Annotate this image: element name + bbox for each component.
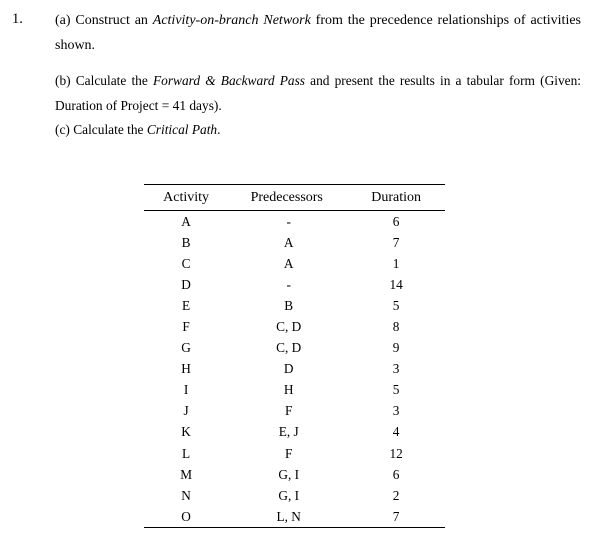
table-row: D - 14 [144, 274, 445, 295]
cell-activity: H [181, 361, 191, 377]
cell-predecessors: F [285, 403, 293, 419]
cell-predecessors: D [283, 361, 294, 377]
part-c-prefix: (c) Calculate the [55, 122, 147, 137]
cell-duration: 5 [392, 382, 400, 398]
table-row: K E, J 4 [144, 422, 445, 443]
cell-duration: 3 [392, 361, 400, 377]
cell-duration: 1 [392, 255, 400, 271]
cell-predecessors: - [286, 276, 291, 292]
part-c-emphasis: Critical Path [146, 122, 218, 137]
cell-predecessors: B [284, 297, 294, 313]
cell-duration: 4 [392, 424, 400, 440]
cell-duration: 5 [392, 297, 400, 313]
cell-predecessors: - [286, 213, 291, 229]
cell-predecessors: A [283, 234, 294, 250]
table-header: Activity Predecessors Duration [144, 184, 445, 211]
precedence-table-container: Activity Predecessors Duration A-6BA7CA1… [144, 184, 445, 528]
cell-predecessors: G, I [278, 466, 300, 482]
cell-activity: A [181, 213, 191, 229]
cell-predecessors: A [283, 255, 294, 271]
table-row: F C, D 8 [144, 316, 445, 337]
cell-activity: M [180, 466, 193, 482]
header-duration: Duration [371, 189, 421, 205]
cell-predecessors: C, D [276, 319, 302, 335]
cell-activity: F [182, 319, 190, 335]
cell-duration: 9 [392, 340, 400, 356]
table-row: G C, D 9 [144, 338, 445, 359]
part-a-emphasis: Activity-on-branch Network [152, 13, 311, 28]
table-row: B A 7 [144, 232, 445, 253]
cell-activity: D [181, 276, 191, 292]
part-b-emphasis: Forward & Backward Pass [152, 73, 305, 88]
cell-activity: L [182, 445, 191, 461]
table-row: C A 1 [144, 253, 445, 274]
cell-predecessors: F [285, 445, 293, 461]
table-row: I H 5 [144, 380, 445, 401]
table-row: J F 3 [144, 401, 445, 422]
header-predecessors: Predecessors [250, 189, 323, 205]
table-header-row: Activity Predecessors Duration [144, 184, 445, 211]
cell-activity: O [181, 508, 191, 524]
cell-activity: G [181, 340, 191, 356]
table-row: M G, I 6 [144, 464, 445, 485]
cell-activity: E [182, 297, 191, 313]
table-row: H D 3 [144, 359, 445, 380]
part-c-suffix: . [217, 122, 221, 137]
precedence-table: Activity Predecessors Duration A-6BA7CA1… [144, 184, 445, 528]
cell-activity: N [181, 487, 191, 503]
table-row: E B 5 [144, 295, 445, 316]
part-b-prefix: (b) Calculate the [55, 73, 153, 88]
cell-activity: B [181, 234, 191, 250]
cell-predecessors: G, I [278, 487, 300, 503]
cell-duration: 6 [392, 213, 400, 229]
header-activity: Activity [163, 189, 210, 205]
cell-duration: 12 [389, 445, 403, 461]
cell-predecessors: H [283, 382, 294, 398]
table-row: L F 12 [144, 443, 445, 464]
question-number: 1. [12, 11, 23, 27]
cell-predecessors: C, D [276, 340, 302, 356]
table-row: N G, I 2 [144, 485, 445, 506]
cell-predecessors: L, N [276, 508, 301, 524]
cell-duration: 6 [392, 466, 400, 482]
cell-duration: 14 [389, 276, 403, 292]
cell-predecessors: E, J [278, 424, 299, 440]
part-a-prefix: (a) Construct an [55, 13, 153, 28]
cell-activity: C [181, 255, 191, 271]
cell-duration: 7 [392, 508, 400, 524]
cell-activity: K [181, 424, 191, 440]
table-body: A -6 B A 7 C A 1 D -14 E B 5 F C, D 8 G C, D 9 H D 3 I H 5 J F 3 K E,… [144, 211, 445, 528]
cell-duration: 8 [392, 319, 400, 335]
cell-activity: J [183, 403, 189, 419]
question-part-a: (a) Construct an Activity-on-branch Netw… [55, 8, 581, 58]
cell-duration: 7 [392, 234, 400, 250]
cell-duration: 2 [392, 487, 400, 503]
cell-activity: I [183, 382, 189, 398]
question-part-b: (b) Calculate the Forward & Backward Pas… [55, 68, 581, 118]
question-part-c: (c) Calculate the Critical Path. [55, 118, 581, 142]
table-row: A - 6 [144, 211, 445, 233]
table-row: O L, N 7 [144, 506, 445, 528]
cell-duration: 3 [392, 403, 400, 419]
